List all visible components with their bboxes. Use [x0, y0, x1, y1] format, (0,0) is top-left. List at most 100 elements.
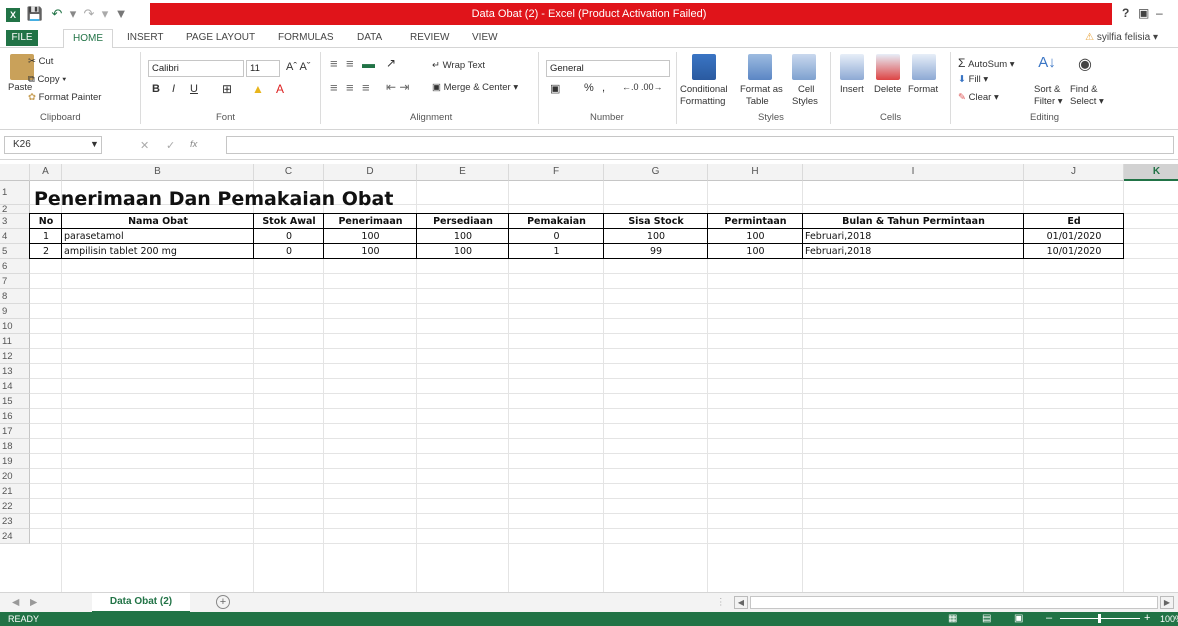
tab-insert[interactable]: INSERT [127, 32, 164, 43]
row-header-15[interactable]: 15 [0, 394, 30, 409]
table-cell[interactable]: ampilisin tablet 200 mg [64, 244, 252, 259]
row-header-18[interactable]: 18 [0, 439, 30, 454]
insert-cells-icon[interactable] [840, 54, 864, 80]
new-sheet-button[interactable]: + [216, 595, 230, 609]
cell-styles-label-1[interactable]: Cell [798, 84, 814, 95]
zoom-in-button[interactable]: + [1144, 612, 1150, 624]
bottom-align-icon[interactable]: ▬ [362, 56, 375, 71]
table-header-cell[interactable]: Permintaan [710, 214, 801, 229]
insert-function-button[interactable]: fx [190, 139, 197, 150]
decimal-icons[interactable]: ←.0 .00→ [622, 82, 663, 92]
column-header-d[interactable]: D [324, 164, 417, 181]
column-header-c[interactable]: C [254, 164, 324, 181]
italic-button[interactable]: I [172, 83, 175, 95]
row-header-3[interactable]: 3 [0, 214, 30, 229]
table-header-cell[interactable]: Stok Awal [256, 214, 322, 229]
zoom-out-button[interactable]: – [1046, 612, 1052, 624]
column-header-j[interactable]: J [1024, 164, 1124, 181]
next-sheet-icon[interactable]: ▶ [30, 597, 37, 608]
table-cell[interactable]: Februari,2018 [805, 244, 1022, 259]
row-header-13[interactable]: 13 [0, 364, 30, 379]
table-header-cell[interactable]: Nama Obat [64, 214, 252, 229]
table-cell[interactable]: 01/01/2020 [1026, 229, 1122, 244]
table-cell[interactable]: 100 [326, 229, 415, 244]
row-header-17[interactable]: 17 [0, 424, 30, 439]
zoom-slider-thumb[interactable] [1098, 614, 1101, 623]
sort-filter-icon[interactable]: A↓ [1036, 54, 1058, 71]
format-as-table-icon[interactable] [748, 54, 772, 80]
find-select-label-2[interactable]: Select ▾ [1070, 96, 1104, 107]
cell-styles-icon[interactable] [792, 54, 816, 80]
row-header-1[interactable]: 1 [0, 181, 30, 205]
format-as-table-label-1[interactable]: Format as [740, 84, 783, 95]
splitter-icon[interactable]: ⋮ [716, 597, 726, 608]
conditional-formatting-icon[interactable] [692, 54, 716, 80]
column-header-a[interactable]: A [30, 164, 62, 181]
comma-button[interactable]: , [602, 82, 605, 94]
top-align-icon[interactable]: ≡ [330, 56, 338, 71]
row-header-6[interactable]: 6 [0, 259, 30, 274]
row-header-19[interactable]: 19 [0, 454, 30, 469]
table-cell[interactable]: 10/01/2020 [1026, 244, 1122, 259]
scroll-left-icon[interactable]: ◀ [734, 596, 748, 609]
row-header-10[interactable]: 10 [0, 319, 30, 334]
bold-button[interactable]: B [152, 83, 160, 95]
formula-input[interactable] [226, 136, 1174, 154]
column-header-k[interactable]: K [1124, 164, 1178, 181]
row-header-23[interactable]: 23 [0, 514, 30, 529]
tab-home[interactable]: HOME [63, 29, 113, 49]
zoom-level[interactable]: 100% [1160, 614, 1178, 624]
table-header-cell[interactable]: Bulan & Tahun Permintaan [805, 214, 1022, 229]
middle-align-icon[interactable]: ≡ [346, 56, 354, 71]
table-cell[interactable]: 100 [710, 244, 801, 259]
row-header-9[interactable]: 9 [0, 304, 30, 319]
scroll-right-icon[interactable]: ▶ [1160, 596, 1174, 609]
table-cell[interactable]: 100 [606, 229, 706, 244]
accounting-format-icon[interactable]: ▣ [550, 82, 560, 95]
sheet-title[interactable]: Penerimaan Dan Pemakaian Obat [34, 187, 393, 211]
sheet-tab-data-obat-2[interactable]: Data Obat (2) [92, 593, 190, 613]
normal-view-icon[interactable]: ▦ [948, 613, 957, 624]
indent-icons[interactable]: ⇤ ⇥ [386, 80, 409, 94]
table-header-cell[interactable]: Ed [1026, 214, 1122, 229]
table-header-cell[interactable]: Pemakaian [511, 214, 602, 229]
table-cell[interactable]: 100 [326, 244, 415, 259]
table-cell[interactable]: 100 [419, 244, 507, 259]
tab-file[interactable]: FILE [6, 30, 38, 46]
row-header-5[interactable]: 5 [0, 244, 30, 259]
page-break-view-icon[interactable]: ▣ [1014, 613, 1023, 624]
name-box-dropdown-icon[interactable]: ▼ [90, 139, 99, 149]
table-header-cell[interactable]: No [32, 214, 60, 229]
binoculars-icon[interactable]: ◉ [1074, 54, 1096, 74]
wrap-text-button[interactable]: ↵ Wrap Text [432, 60, 485, 71]
tab-view[interactable]: VIEW [472, 32, 498, 43]
row-header-16[interactable]: 16 [0, 409, 30, 424]
column-header-f[interactable]: F [509, 164, 604, 181]
row-header-21[interactable]: 21 [0, 484, 30, 499]
sort-filter-label-2[interactable]: Filter ▾ [1034, 96, 1063, 107]
clear-button[interactable]: ✎ Clear ▾ [958, 92, 999, 103]
column-header-g[interactable]: G [604, 164, 708, 181]
table-cell[interactable]: 0 [511, 229, 602, 244]
row-header-24[interactable]: 24 [0, 529, 30, 544]
table-cell[interactable]: parasetamol [64, 229, 252, 244]
underline-button[interactable]: U [190, 83, 198, 95]
delete-cells-icon[interactable] [876, 54, 900, 80]
number-format-select[interactable]: General [546, 60, 670, 77]
borders-icon[interactable]: ⊞ [222, 82, 232, 96]
cut-button[interactable]: ✂ Cut [28, 56, 53, 67]
tab-data[interactable]: DATA [357, 32, 382, 43]
table-cell[interactable]: 100 [710, 229, 801, 244]
copy-button[interactable]: ⧉ Copy ▾ [28, 74, 66, 85]
page-layout-view-icon[interactable]: ▤ [982, 613, 991, 624]
align-center-icon[interactable]: ≡ [346, 80, 354, 95]
font-name-select[interactable]: Calibri [148, 60, 244, 77]
fill-button[interactable]: ⬇ Fill ▾ [958, 74, 988, 85]
percent-button[interactable]: % [584, 82, 594, 94]
column-header-i[interactable]: I [803, 164, 1024, 181]
conditional-formatting-label-1[interactable]: Conditional [680, 84, 728, 95]
find-select-label-1[interactable]: Find & [1070, 84, 1097, 95]
row-header-12[interactable]: 12 [0, 349, 30, 364]
enter-icon[interactable]: ✓ [166, 139, 175, 152]
row-header-4[interactable]: 4 [0, 229, 30, 244]
